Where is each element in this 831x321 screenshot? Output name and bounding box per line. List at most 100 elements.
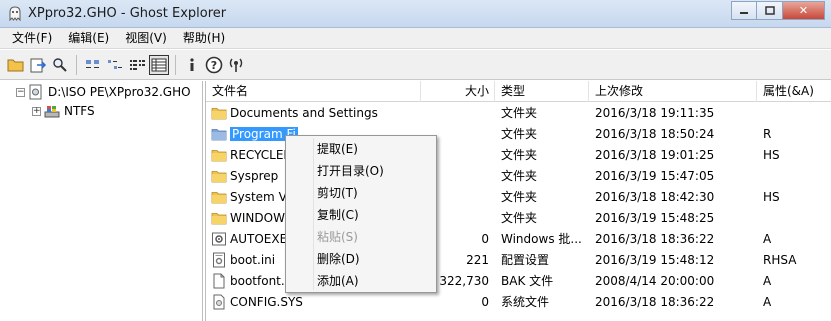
title-bar: XPpro32.GHO - Ghost Explorer ✕ — [0, 0, 831, 28]
menu-help[interactable]: 帮助(H) — [175, 28, 233, 48]
context-menu-item[interactable]: 剪切(T) — [286, 182, 436, 204]
expand-toggle[interactable]: + — [32, 106, 41, 116]
file-name-cell: AUTOEXE — [211, 231, 287, 247]
toolbar-separator — [175, 54, 176, 75]
file-row[interactable]: Documents and Settings 文件夹 2016/3/18 19:11… — [206, 103, 831, 124]
file-name-cell: RECYCLER — [211, 147, 292, 163]
column-header-size[interactable]: 大小 — [421, 81, 495, 102]
file-name: CONFIG.SYS — [230, 295, 303, 309]
context-menu-item[interactable]: 提取(E) — [286, 138, 436, 160]
file-modified: 2016/3/18 18:50:24 — [595, 127, 715, 141]
column-header-attributes[interactable]: 属性(&A) — [757, 81, 831, 102]
toolbar: ? — [0, 50, 831, 80]
column-header-type[interactable]: 类型 — [495, 81, 589, 102]
menu-edit[interactable]: 编辑(E) — [60, 28, 117, 48]
file-type: BAK 文件 — [501, 274, 554, 288]
file-modified: 2016/3/19 15:47:05 — [595, 169, 715, 183]
file-modified: 2008/4/14 20:00:00 — [595, 274, 715, 288]
tree-item-label: D:\ISO PE\XPpro32.GHO — [48, 85, 191, 99]
file-name: AUTOEXE — [230, 232, 288, 246]
window-title: XPpro32.GHO - Ghost Explorer — [28, 6, 227, 21]
toolbar-separator — [76, 54, 77, 75]
context-menu-item[interactable]: 复制(C) — [286, 204, 436, 226]
file-attributes — [763, 166, 829, 187]
file-type: Windows 批... — [501, 232, 582, 246]
file-modified: 2016/3/19 15:48:12 — [595, 253, 715, 267]
file-name: Sysprep — [230, 169, 279, 183]
file-attributes: A — [763, 274, 772, 288]
file-name-cell: Documents and Settings — [211, 105, 378, 121]
context-menu-item[interactable]: 添加(A) — [286, 270, 436, 292]
file-type: 系统文件 — [501, 295, 550, 309]
file-name: WINDOW — [230, 211, 285, 225]
help-icon: ? — [205, 56, 223, 73]
menu-file[interactable]: 文件(F) — [4, 28, 60, 48]
folder-tree[interactable]: − D:\ISO PE\XPpro32.GHO + NTFS — [0, 81, 203, 321]
file-type: 配置设置 — [501, 253, 550, 267]
file-type: 文件夹 — [501, 211, 538, 225]
file-name: boot.ini — [230, 253, 276, 267]
tree-item-label: NTFS — [64, 104, 95, 118]
maximize-button[interactable] — [757, 1, 783, 20]
ghost-image-file-icon — [29, 84, 42, 100]
menu-view[interactable]: 视图(V) — [117, 28, 175, 48]
svg-text:?: ? — [211, 59, 217, 72]
tree-item-ntfs[interactable]: + NTFS — [32, 102, 95, 120]
context-menu: 提取(E) 打开目录(O) 剪切(T) 复制(C) 粘贴(S) 删除(D) 添加(A) — [285, 135, 437, 293]
system-file-icon — [213, 294, 225, 310]
file-attributes: A — [763, 232, 772, 246]
extract-button[interactable] — [28, 55, 48, 75]
antenna-icon — [229, 58, 243, 72]
find-button[interactable] — [50, 55, 70, 75]
list-view-button[interactable] — [127, 55, 147, 75]
window-controls: ✕ — [731, 1, 825, 20]
batch-file-icon — [212, 232, 226, 246]
help-button[interactable]: ? — [204, 55, 224, 75]
details-view-button[interactable] — [149, 54, 169, 75]
search-icon — [53, 57, 67, 72]
file-row[interactable]: CONFIG.SYS 0 系统文件 2016/3/18 18:36:22 A — [206, 292, 831, 313]
file-modified: 2016/3/18 18:36:22 — [595, 295, 715, 309]
collapse-toggle[interactable]: − — [16, 87, 25, 97]
list-header: 文件名 大小 类型 上次修改 属性(&A) — [206, 81, 831, 102]
info-button[interactable] — [182, 55, 202, 75]
file-modified: 2016/3/19 15:48:25 — [595, 211, 715, 225]
details-view-icon — [151, 58, 167, 71]
folder-readonly-icon — [211, 129, 227, 141]
column-header-name[interactable]: 文件名 — [206, 81, 421, 102]
file-name-cell: System V — [211, 189, 287, 205]
file-modified: 2016/3/18 18:42:30 — [595, 190, 715, 204]
folder-icon — [211, 192, 227, 204]
tree-item-root[interactable]: − D:\ISO PE\XPpro32.GHO — [16, 83, 191, 101]
file-attributes: HS — [763, 148, 780, 162]
file-size — [421, 103, 489, 124]
file-name: System V — [230, 190, 287, 204]
file-name-cell: WINDOW — [211, 210, 285, 226]
connect-button[interactable] — [226, 55, 246, 75]
info-icon — [190, 57, 194, 71]
file-type: 文件夹 — [501, 127, 538, 141]
file-attributes: R — [763, 127, 772, 141]
context-menu-item[interactable]: 打开目录(O) — [286, 160, 436, 182]
file-attributes: HS — [763, 190, 780, 204]
file-name-cell: CONFIG.SYS — [211, 294, 303, 310]
file-attributes: A — [763, 295, 772, 309]
column-header-modified[interactable]: 上次修改 — [589, 81, 757, 102]
large-icons-view-icon — [86, 59, 99, 68]
file-type: 文件夹 — [501, 169, 538, 183]
large-icons-button[interactable] — [83, 55, 103, 75]
file-name: bootfont. — [230, 274, 285, 288]
minimize-icon — [740, 11, 748, 14]
open-folder-icon — [7, 59, 24, 71]
folder-icon — [211, 213, 227, 225]
file-type: 文件夹 — [501, 148, 538, 162]
file-modified: 2016/3/18 18:36:22 — [595, 232, 715, 246]
file-type: 文件夹 — [501, 190, 538, 204]
small-icons-button[interactable] — [105, 55, 125, 75]
open-button[interactable] — [6, 55, 26, 75]
minimize-button[interactable] — [731, 1, 757, 20]
folder-icon — [211, 108, 227, 120]
close-button[interactable]: ✕ — [783, 1, 825, 20]
partition-icon — [44, 106, 60, 118]
context-menu-item[interactable]: 删除(D) — [286, 248, 436, 270]
